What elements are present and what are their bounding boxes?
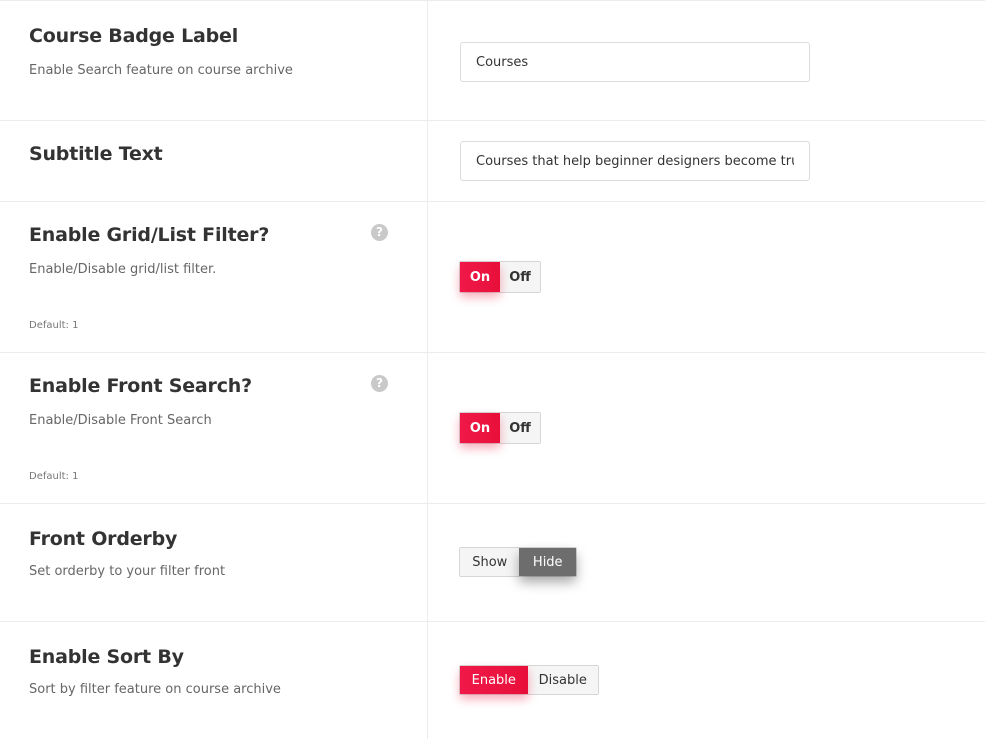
setting-label-column: Enable Sort By Sort by filter feature on…	[0, 622, 428, 739]
setting-title: Course Badge Label	[29, 25, 239, 47]
front-search-toggle: On Off	[459, 412, 541, 444]
front-orderby-toggle: Show Hide	[459, 547, 577, 577]
toggle-on-button[interactable]: On	[460, 262, 500, 292]
setting-description: Enable/Disable grid/list filter.	[29, 262, 217, 277]
subtitle-text-input[interactable]	[460, 141, 810, 181]
setting-row-subtitle-text: Subtitle Text	[0, 121, 985, 202]
setting-title: Enable Sort By	[29, 646, 184, 668]
setting-title: Subtitle Text	[29, 143, 163, 165]
setting-label-column: Enable Grid/List Filter? ? Enable/Disabl…	[0, 202, 428, 352]
grid-list-filter-toggle: On Off	[459, 261, 541, 293]
toggle-off-button[interactable]: Off	[500, 413, 540, 443]
setting-row-front-search: Enable Front Search? ? Enable/Disable Fr…	[0, 353, 985, 504]
setting-description: Enable/Disable Front Search	[29, 413, 212, 428]
course-badge-label-input[interactable]	[460, 42, 810, 82]
default-value: Default: 1	[29, 471, 79, 482]
setting-description: Enable Search feature on course archive	[29, 63, 293, 78]
default-value: Default: 1	[29, 320, 79, 331]
setting-row-course-badge-label: Course Badge Label Enable Search feature…	[0, 1, 985, 121]
setting-row-sort-by: Enable Sort By Sort by filter feature on…	[0, 622, 985, 739]
toggle-off-button[interactable]: Off	[500, 262, 540, 292]
settings-panel: Course Badge Label Enable Search feature…	[0, 0, 985, 739]
help-icon[interactable]: ?	[371, 375, 388, 392]
sort-by-toggle: Enable Disable	[459, 665, 599, 695]
toggle-show-button[interactable]: Show	[460, 548, 520, 576]
setting-label-column: Front Orderby Set orderby to your filter…	[0, 504, 428, 621]
toggle-disable-button[interactable]: Disable	[527, 666, 598, 694]
setting-title: Enable Front Search?	[29, 375, 252, 397]
setting-row-grid-list-filter: Enable Grid/List Filter? ? Enable/Disabl…	[0, 202, 985, 353]
setting-description: Sort by filter feature on course archive	[29, 682, 281, 697]
help-icon[interactable]: ?	[371, 224, 388, 241]
setting-label-column: Enable Front Search? ? Enable/Disable Fr…	[0, 353, 428, 503]
setting-title: Front Orderby	[29, 528, 178, 550]
setting-title: Enable Grid/List Filter?	[29, 224, 270, 246]
setting-description: Set orderby to your filter front	[29, 564, 226, 579]
setting-label-column: Course Badge Label Enable Search feature…	[0, 1, 428, 120]
toggle-on-button[interactable]: On	[460, 413, 500, 443]
toggle-hide-button[interactable]: Hide	[519, 548, 576, 576]
setting-row-front-orderby: Front Orderby Set orderby to your filter…	[0, 504, 985, 622]
setting-label-column: Subtitle Text	[0, 121, 428, 201]
toggle-enable-button[interactable]: Enable	[460, 666, 528, 694]
